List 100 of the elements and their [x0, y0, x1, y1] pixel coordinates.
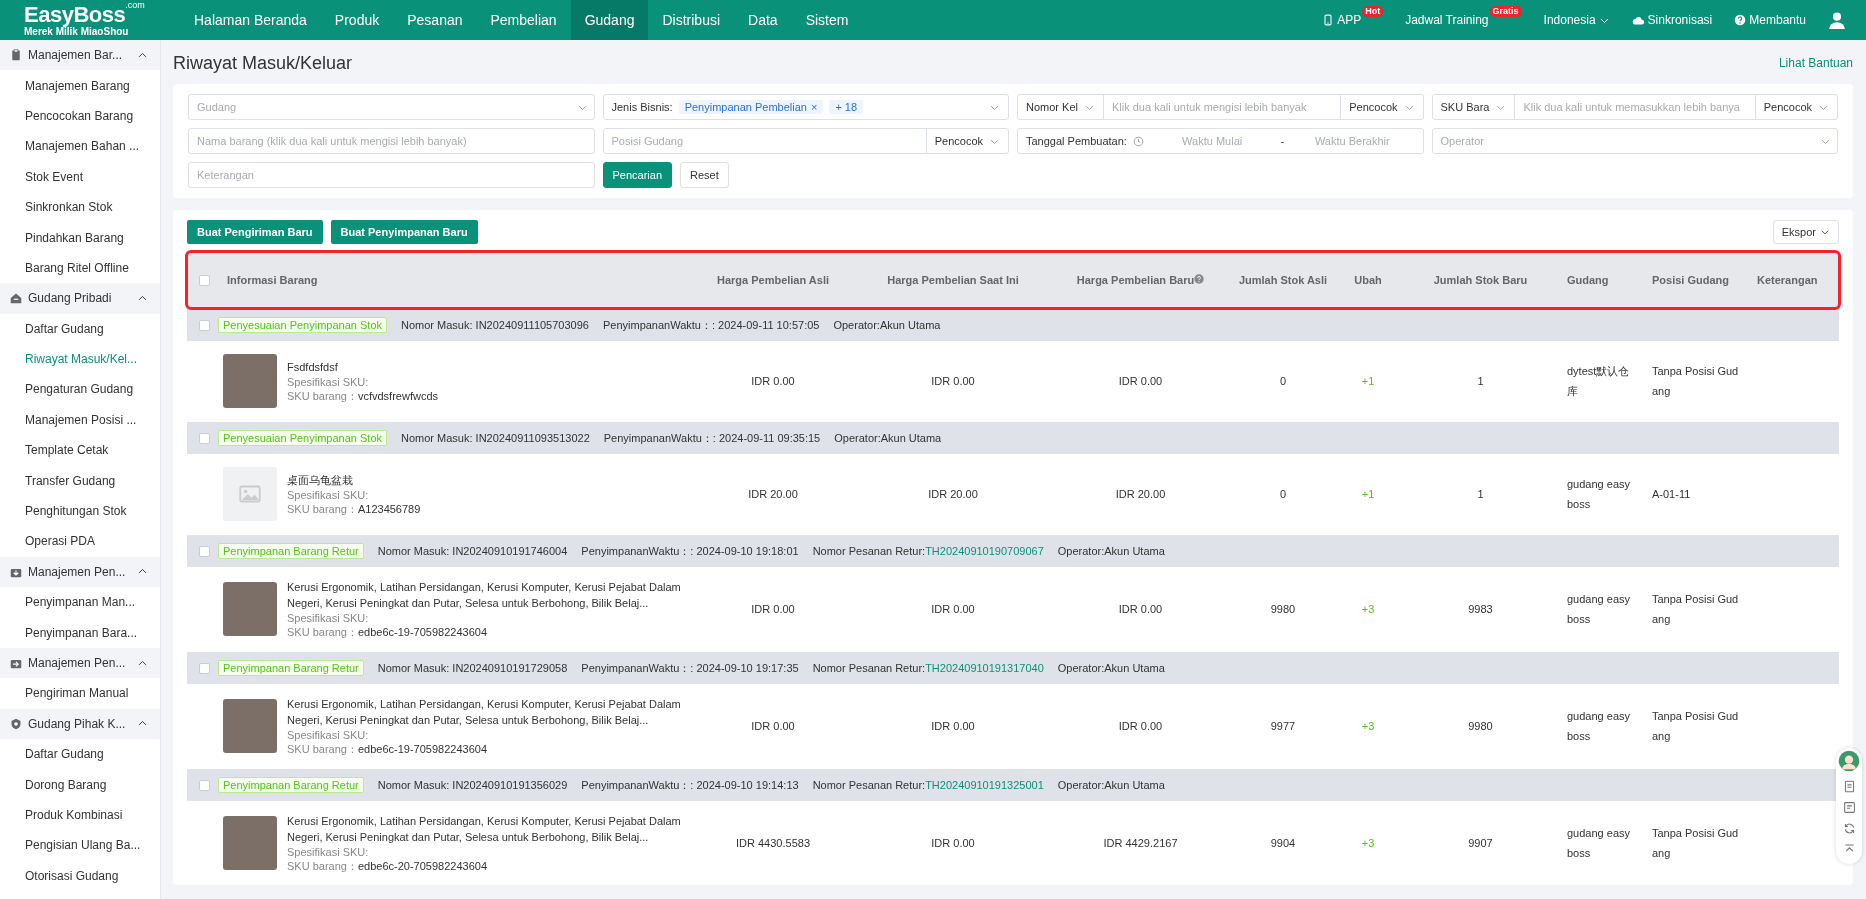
date-range-field[interactable]: Tanggal Pembuatan: Waktu Mulai - Waktu Berakhir — [1017, 128, 1424, 154]
sidebar-item[interactable]: Stok Event — [0, 161, 160, 192]
entry-number: Nomor Masuk: IN20240911105703096 — [401, 319, 589, 331]
user-icon[interactable] — [1828, 11, 1846, 29]
sidebar-item[interactable]: Pengiriman Manual — [0, 678, 160, 709]
nav-tab[interactable]: Produk — [320, 0, 394, 40]
stock-count: 1 — [1477, 375, 1484, 387]
sidebar-item[interactable]: Otorisasi Gudang — [0, 860, 160, 891]
nav-tab[interactable]: Data — [734, 0, 792, 40]
column-header: Ubah — [1354, 274, 1382, 286]
sidebar-item[interactable]: Manajemen Barang — [0, 70, 160, 101]
clock-icon — [1132, 135, 1144, 147]
sidebar-item[interactable]: Manajemen Bahan ... — [0, 131, 160, 162]
sku-spec: Spesifikasi SKU: — [287, 375, 370, 389]
product-name: Kerusi Ergonomik, Latihan Persidangan, Kerusi Komputer, Kerusi Pejabat Dalam Negeri, Kerusi Peningkat dan Putar, Selesa untuk Berbohong, Bilik Belaj... — [287, 814, 682, 845]
topbar-link[interactable]: Sinkronisasi — [1631, 13, 1713, 27]
topbar-link[interactable]: APP — [1322, 13, 1362, 27]
price-text: IDR 0.00 — [931, 720, 975, 732]
sidebar-item[interactable]: Dorong Barang — [0, 769, 160, 800]
price-text: IDR 0.00 — [1118, 375, 1163, 387]
sidebar-group[interactable]: Manajemen Pen... — [0, 647, 160, 679]
sidebar-item[interactable]: Produk Kombinasi — [0, 799, 160, 831]
end-date-input[interactable]: Waktu Berakhir — [1290, 130, 1415, 152]
tag-select-field[interactable]: Jenis Bisnis: Penyimpanan Pembelian × + 18 — [602, 94, 1009, 120]
checkbox[interactable] — [199, 274, 210, 286]
tag-chip: Penyimpanan Pembelian × — [678, 100, 824, 114]
sidebar-item[interactable]: Template Cetak — [0, 435, 160, 466]
sidebar-item[interactable]: Pencocokan Barang — [0, 100, 160, 132]
nav-tab[interactable]: Halaman Beranda — [180, 0, 321, 40]
nav-tab[interactable]: Pesanan — [393, 0, 477, 40]
sidebar-item[interactable]: Pengisian Ulang Ba... — [0, 830, 160, 861]
sidebar-item[interactable]: Penyimpanan Man... — [0, 587, 160, 618]
action-button[interactable]: Buat Penyimpanan Baru — [330, 220, 478, 244]
sidebar-item[interactable]: Penghitungan Stok — [0, 495, 160, 527]
nav-tab[interactable]: Pembelian — [476, 0, 571, 40]
product-name: Fsdfdsfdsf — [287, 360, 339, 375]
dropdown-field[interactable]: Operator — [1431, 128, 1838, 154]
sidebar-group[interactable]: Manajemen Bar... — [0, 40, 160, 71]
nav-tab[interactable]: Gudang — [570, 0, 649, 40]
location-text: A-01-11 — [1652, 487, 1692, 502]
reset-button[interactable]: Reset — [680, 162, 729, 188]
column-header: Jumlah Stok Asli — [1238, 274, 1328, 286]
sidebar-item[interactable]: Barang Ritel Offline — [0, 252, 160, 284]
avatar-icon[interactable] — [1838, 750, 1860, 772]
sidebar-group[interactable]: Gudang Pribadi — [0, 283, 160, 314]
sidebar-item[interactable]: Operasi PDA — [0, 526, 160, 557]
input-field[interactable]: Klik dua kali untuk memasukkan lebih banya — [1514, 94, 1756, 120]
topbar-link[interactable]: Membantu — [1734, 13, 1806, 27]
sidebar-item[interactable]: Transfer Gudang — [0, 465, 160, 496]
sidebar-item[interactable]: Pindahkan Barang — [0, 222, 160, 253]
help-link[interactable]: Lihat Bantuan — [1778, 56, 1853, 70]
dropdown-field[interactable]: Gudang — [188, 94, 595, 120]
entry-number: Nomor Masuk: IN20240910191729058 — [377, 662, 568, 674]
sku-label: SKU barang： — [287, 860, 358, 872]
export-button[interactable]: Ekspor — [1772, 220, 1839, 244]
house-icon — [10, 292, 22, 305]
checkbox[interactable] — [199, 662, 210, 674]
clipboard-icon — [10, 49, 22, 62]
sidebar-item[interactable]: Daftar Gudang — [0, 739, 160, 770]
dropdown-field[interactable]: Nomor Kel — [1017, 94, 1104, 120]
nav-tab[interactable]: Distribusi — [648, 0, 735, 40]
input-field[interactable]: Posisi Gudang — [602, 128, 927, 154]
list-icon[interactable] — [1842, 801, 1856, 814]
document-icon[interactable] — [1842, 780, 1856, 793]
stock-change: +3 — [1361, 720, 1375, 732]
operator-text: Operator:Akun Utama — [833, 319, 941, 331]
input-field[interactable]: Nama barang (klik dua kali untuk mengisi lebih banyak) — [188, 128, 595, 154]
dropdown-field[interactable]: SKU Bara — [1431, 94, 1516, 120]
location-text: Tanpa Posisi Gudang — [1652, 826, 1740, 861]
sku-code: A123456789 — [357, 503, 421, 515]
sidebar-item[interactable]: Manajemen Posisi ... — [0, 404, 160, 436]
action-button[interactable]: Buat Pengiriman Baru — [187, 220, 323, 244]
start-date-input[interactable]: Waktu Mulai — [1149, 130, 1275, 152]
sidebar-item[interactable]: Daftar Gudang — [0, 313, 160, 344]
sidebar-group[interactable]: Manajemen Pen... — [0, 556, 160, 588]
sidebar-item[interactable]: Riwayat Masuk/Kel... — [0, 343, 160, 375]
checkbox[interactable] — [199, 545, 210, 557]
checkbox[interactable] — [199, 432, 210, 444]
sidebar-group[interactable]: Gudang Pihak K... — [0, 708, 160, 739]
refresh-icon[interactable] — [1842, 822, 1856, 835]
nav-tab[interactable]: Sistem — [791, 0, 863, 40]
sidebar-item[interactable]: Sinkronkan Stok — [0, 191, 160, 223]
checkbox[interactable] — [199, 319, 210, 331]
sidebar-item[interactable]: Pengaturan Gudang — [0, 374, 160, 405]
sku-spec: Spesifikasi SKU: — [287, 611, 370, 625]
stock-count: 9983 — [1468, 603, 1493, 615]
input-field[interactable]: Keterangan — [188, 162, 595, 188]
column-header: Keterangan — [1757, 274, 1818, 286]
return-label: Nomor Pesanan Retur: — [812, 662, 926, 674]
topbar-link[interactable]: Indonesia — [1543, 13, 1610, 27]
input-field[interactable]: Klik dua kali untuk mengisi lebih banyak — [1102, 94, 1342, 120]
sku-spec: Spesifikasi SKU: — [287, 845, 370, 859]
topbar-link[interactable]: Jadwal Training — [1405, 13, 1489, 27]
shield-icon — [10, 717, 22, 730]
search-button[interactable]: Pencarian — [602, 162, 673, 188]
sidebar-item[interactable]: Penyimpanan Bara... — [0, 617, 160, 648]
dropdown-field[interactable]: Pencocok — [1754, 94, 1838, 120]
dropdown-field[interactable]: Pencocok — [925, 128, 1009, 154]
dropdown-field[interactable]: Pencocok — [1340, 94, 1424, 120]
checkbox[interactable] — [199, 779, 210, 791]
